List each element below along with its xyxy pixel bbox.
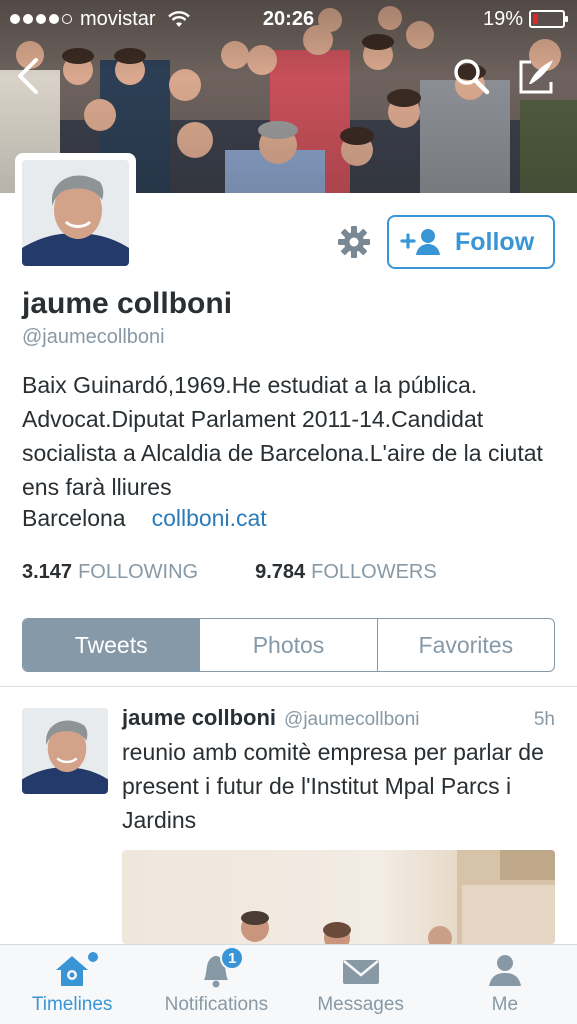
tab-messages-label: Messages xyxy=(317,994,404,1015)
notifications-badge: 1 xyxy=(220,946,245,970)
tweet-photo[interactable] xyxy=(122,850,555,944)
following-count: 3.147 xyxy=(22,561,73,583)
chevron-left-icon[interactable] xyxy=(12,56,46,96)
profile-avatar-frame xyxy=(15,153,136,273)
status-right: 19% xyxy=(482,7,568,31)
envelope-icon xyxy=(339,950,383,990)
tab-notifications[interactable]: 1 Notifications xyxy=(144,945,288,1024)
profile-segmented-control: Tweets Photos Favorites xyxy=(22,618,555,672)
compose-icon[interactable] xyxy=(517,56,557,96)
carrier-name: movistar xyxy=(80,7,156,30)
profile-location: Barcelona xyxy=(22,505,126,531)
profile-handle: @jaumecollboni xyxy=(22,326,165,348)
avatar[interactable] xyxy=(22,160,129,266)
battery-icon xyxy=(529,10,568,28)
following-stat[interactable]: 3.147 FOLLOWING xyxy=(22,561,198,584)
person-icon xyxy=(483,950,527,990)
status-left: movistar xyxy=(10,8,192,31)
follow-button[interactable]: Follow xyxy=(387,215,555,269)
followers-stat[interactable]: 9.784 FOLLOWERS xyxy=(255,561,437,584)
bottom-tab-bar: Timelines 1 Notifications Messages Me xyxy=(0,944,577,1024)
tweet-avatar[interactable] xyxy=(22,708,108,794)
followers-count: 9.784 xyxy=(255,561,306,583)
tab-notifications-label: Notifications xyxy=(164,994,269,1015)
tweet-header: jaume collboni @jaumecollboni 5h xyxy=(122,705,555,731)
signal-strength-icon xyxy=(10,14,72,24)
tweet-text[interactable]: reunio amb comitè empresa per parlar de … xyxy=(122,735,557,837)
profile-website-link[interactable]: collboni.cat xyxy=(152,505,267,532)
home-icon xyxy=(50,950,99,990)
bell-icon: 1 xyxy=(194,946,245,990)
divider xyxy=(0,686,577,687)
status-bar: movistar 20:26 19% xyxy=(0,0,577,38)
tweet-author-name[interactable]: jaume collboni xyxy=(122,705,276,731)
profile-location-row: Barcelona collboni.cat xyxy=(22,505,267,532)
battery-percent: 19% xyxy=(482,7,523,30)
tab-timelines[interactable]: Timelines xyxy=(0,945,144,1024)
tweet-timestamp: 5h xyxy=(533,709,555,730)
tab-messages[interactable]: Messages xyxy=(289,945,433,1024)
add-user-icon xyxy=(400,229,440,255)
wifi-icon xyxy=(167,11,190,27)
profile-stats: 3.147 FOLLOWING 9.784 FOLLOWERS xyxy=(22,561,437,584)
tweet-author-handle: @jaumecollboni xyxy=(284,709,420,730)
gear-icon[interactable] xyxy=(336,224,372,260)
tab-me-label: Me xyxy=(491,994,519,1015)
tab-photos[interactable]: Photos xyxy=(200,619,378,671)
tab-me[interactable]: Me xyxy=(433,945,577,1024)
following-label: FOLLOWING xyxy=(78,561,199,583)
follow-label: Follow xyxy=(455,227,535,256)
tab-timelines-label: Timelines xyxy=(31,994,113,1015)
tab-favorites[interactable]: Favorites xyxy=(378,619,554,671)
search-icon[interactable] xyxy=(451,56,491,96)
followers-label: FOLLOWERS xyxy=(311,561,437,583)
profile-bio: Baix Guinardó,1969.He estudiat a la públ… xyxy=(22,372,543,500)
new-content-dot xyxy=(88,952,99,962)
tab-tweets[interactable]: Tweets xyxy=(23,619,201,671)
profile-name: jaume collboni xyxy=(22,287,233,320)
